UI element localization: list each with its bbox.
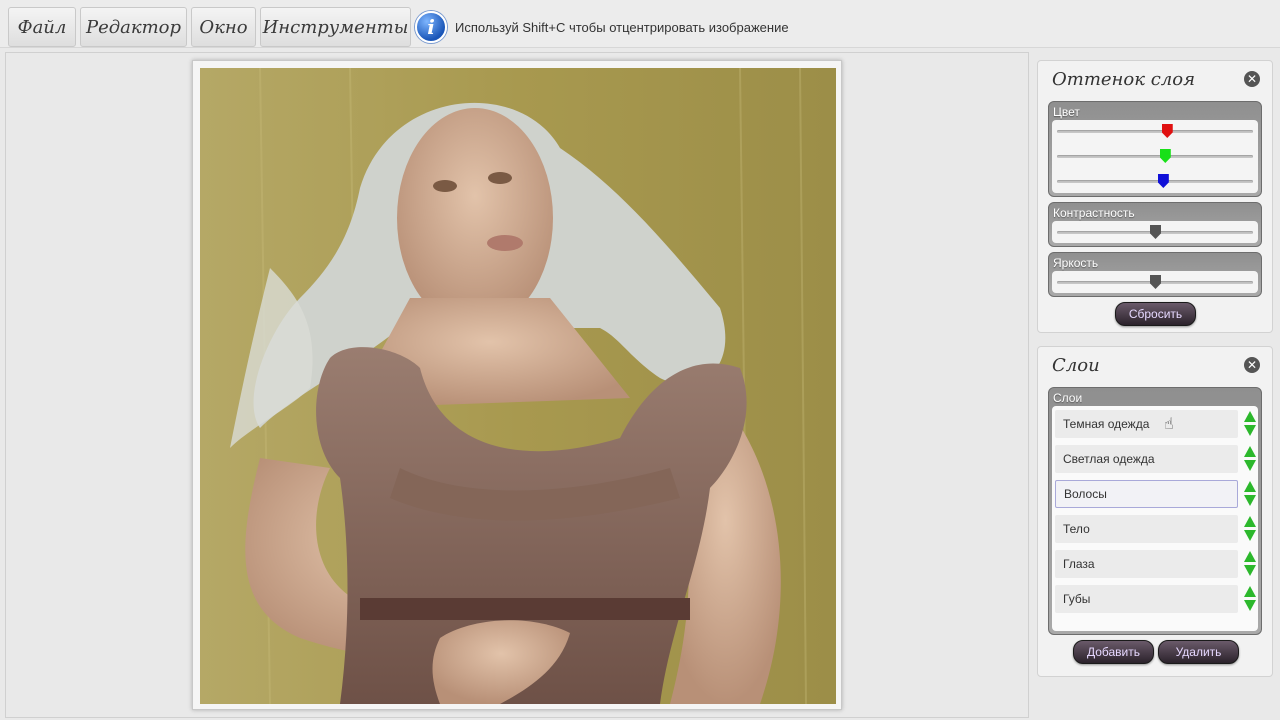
hand-cursor-icon: ☝ bbox=[1164, 414, 1174, 433]
brightness-group: Яркость bbox=[1048, 252, 1262, 297]
reset-button[interactable]: Сбросить bbox=[1115, 302, 1196, 326]
layer-row[interactable]: Волосы bbox=[1055, 480, 1238, 508]
contrast-body bbox=[1052, 221, 1258, 243]
info-icon: i bbox=[415, 11, 447, 43]
layer-row[interactable]: Светлая одежда bbox=[1055, 445, 1238, 473]
contrast-slider[interactable] bbox=[1057, 225, 1253, 239]
layers-group: Слои Темная одежда Светлая одежда Волосы Те… bbox=[1048, 387, 1262, 635]
reorder-arrows bbox=[1243, 445, 1257, 473]
edited-image[interactable] bbox=[200, 68, 836, 704]
red-slider[interactable] bbox=[1057, 124, 1253, 138]
arrow-up-icon[interactable] bbox=[1244, 411, 1256, 422]
green-slider-thumb[interactable] bbox=[1159, 149, 1171, 163]
reorder-arrows bbox=[1243, 410, 1257, 438]
arrow-down-icon[interactable] bbox=[1244, 460, 1256, 471]
arrow-up-icon[interactable] bbox=[1244, 551, 1256, 562]
arrow-up-icon[interactable] bbox=[1244, 446, 1256, 457]
layers-panel-title: Слои bbox=[1052, 355, 1100, 376]
hue-panel-title: Оттенок слоя bbox=[1052, 69, 1196, 90]
arrow-up-icon[interactable] bbox=[1244, 481, 1256, 492]
menu-tools[interactable]: Инструменты bbox=[260, 7, 411, 47]
layer-row[interactable]: Глаза bbox=[1055, 550, 1238, 578]
close-icon[interactable]: ✕ bbox=[1244, 357, 1260, 373]
info-message: Используй Shift+C чтобы отцентрировать и… bbox=[455, 19, 789, 35]
blue-slider-thumb[interactable] bbox=[1157, 174, 1169, 188]
contrast-slider-thumb[interactable] bbox=[1150, 225, 1161, 239]
arrow-down-icon[interactable] bbox=[1244, 530, 1256, 541]
layer-row[interactable]: Темная одежда bbox=[1055, 410, 1238, 438]
brightness-slider[interactable] bbox=[1057, 275, 1253, 289]
menu-file[interactable]: Файл bbox=[8, 7, 76, 47]
info-bar: i Используй Shift+C чтобы отцентрировать… bbox=[415, 7, 1275, 47]
arrow-up-icon[interactable] bbox=[1244, 516, 1256, 527]
menu-window[interactable]: Окно bbox=[191, 7, 256, 47]
brightness-label: Яркость bbox=[1053, 256, 1099, 270]
reorder-arrows bbox=[1243, 515, 1257, 543]
color-group: Цвет bbox=[1048, 101, 1262, 197]
reorder-arrows bbox=[1243, 585, 1257, 613]
menu-bar: Файл Редактор Окно Инструменты i Использ… bbox=[0, 0, 1280, 48]
arrow-down-icon[interactable] bbox=[1244, 425, 1256, 436]
brightness-body bbox=[1052, 271, 1258, 293]
image-frame bbox=[192, 60, 842, 710]
layers-panel: Слои ✕ Слои Темная одежда Светлая одежда В… bbox=[1037, 346, 1273, 677]
arrow-down-icon[interactable] bbox=[1244, 565, 1256, 576]
layers-list: Темная одежда Светлая одежда Волосы Тело Гла… bbox=[1052, 406, 1258, 631]
hue-panel: Оттенок слоя ✕ Цвет Контрастность Яркост… bbox=[1037, 60, 1273, 333]
brightness-slider-thumb[interactable] bbox=[1150, 275, 1161, 289]
color-sliders bbox=[1052, 120, 1258, 193]
reorder-arrows bbox=[1243, 480, 1257, 508]
reorder-arrows bbox=[1243, 550, 1257, 578]
close-icon[interactable]: ✕ bbox=[1244, 71, 1260, 87]
green-slider[interactable] bbox=[1057, 149, 1253, 163]
contrast-label: Контрастность bbox=[1053, 206, 1135, 220]
layers-group-label: Слои bbox=[1053, 391, 1083, 405]
contrast-group: Контрастность bbox=[1048, 202, 1262, 247]
color-group-label: Цвет bbox=[1053, 105, 1080, 119]
layer-row[interactable]: Губы bbox=[1055, 585, 1238, 613]
red-slider-thumb[interactable] bbox=[1161, 124, 1173, 138]
delete-layer-button[interactable]: Удалить bbox=[1158, 640, 1239, 664]
add-layer-button[interactable]: Добавить bbox=[1073, 640, 1154, 664]
arrow-up-icon[interactable] bbox=[1244, 586, 1256, 597]
menu-editor[interactable]: Редактор bbox=[80, 7, 187, 47]
layer-row[interactable]: Тело bbox=[1055, 515, 1238, 543]
arrow-down-icon[interactable] bbox=[1244, 600, 1256, 611]
arrow-down-icon[interactable] bbox=[1244, 495, 1256, 506]
portrait-illustration bbox=[200, 68, 836, 704]
blue-slider[interactable] bbox=[1057, 174, 1253, 188]
